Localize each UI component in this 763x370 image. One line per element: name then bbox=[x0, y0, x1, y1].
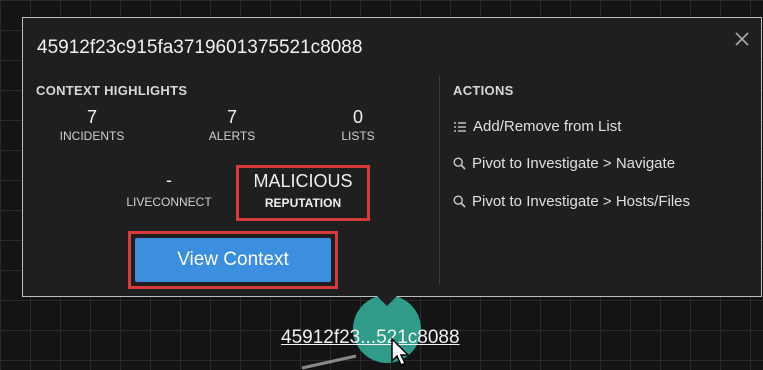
pivot-hosts-files-label: Pivot to Investigate > Hosts/Files bbox=[472, 193, 691, 210]
lists-count: 0 bbox=[352, 107, 363, 127]
alerts-count: 7 bbox=[226, 107, 237, 127]
alerts-stat[interactable]: 7 ALERTS bbox=[177, 107, 287, 143]
node-label[interactable]: 45912f23...521c8088 bbox=[281, 327, 460, 349]
alerts-label: ALERTS bbox=[208, 129, 256, 143]
lists-label: LISTS bbox=[341, 129, 375, 143]
pivot-hosts-files-action[interactable]: Pivot to Investigate > Hosts/Files bbox=[453, 193, 690, 210]
section-divider bbox=[439, 76, 440, 284]
context-highlights-heading: CONTEXT HIGHLIGHTS bbox=[36, 83, 188, 98]
lists-stat[interactable]: 0 LISTS bbox=[303, 107, 413, 143]
liveconnect-value: - bbox=[166, 170, 172, 190]
reputation-stat: MALICIOUS REPUTATION bbox=[241, 171, 365, 210]
context-tooltip: 45912f23c915fa3719601375521c8088 CONTEXT… bbox=[22, 17, 762, 297]
popup-title: 45912f23c915fa3719601375521c8088 bbox=[37, 37, 363, 58]
tooltip-pointer bbox=[373, 292, 401, 306]
close-icon[interactable] bbox=[733, 30, 751, 48]
actions-heading: ACTIONS bbox=[453, 83, 514, 98]
pivot-navigate-label: Pivot to Investigate > Navigate bbox=[472, 155, 676, 172]
reputation-label: REPUTATION bbox=[264, 196, 342, 210]
search-icon bbox=[453, 195, 466, 208]
incidents-stat[interactable]: 7 INCIDENTS bbox=[37, 107, 147, 143]
cursor-icon bbox=[391, 337, 410, 367]
edge-line bbox=[301, 354, 357, 370]
view-context-button[interactable]: View Context bbox=[135, 238, 331, 282]
liveconnect-stat: - LIVECONNECT bbox=[109, 170, 229, 209]
add-remove-list-label: Add/Remove from List bbox=[473, 118, 622, 135]
incidents-count: 7 bbox=[86, 107, 97, 127]
pivot-navigate-action[interactable]: Pivot to Investigate > Navigate bbox=[453, 155, 675, 172]
add-remove-list-action[interactable]: Add/Remove from List bbox=[453, 118, 621, 135]
liveconnect-label: LIVECONNECT bbox=[126, 195, 212, 209]
list-icon bbox=[454, 121, 466, 132]
search-icon bbox=[453, 157, 466, 170]
reputation-value: MALICIOUS bbox=[253, 171, 353, 191]
incidents-label: INCIDENTS bbox=[59, 129, 125, 143]
